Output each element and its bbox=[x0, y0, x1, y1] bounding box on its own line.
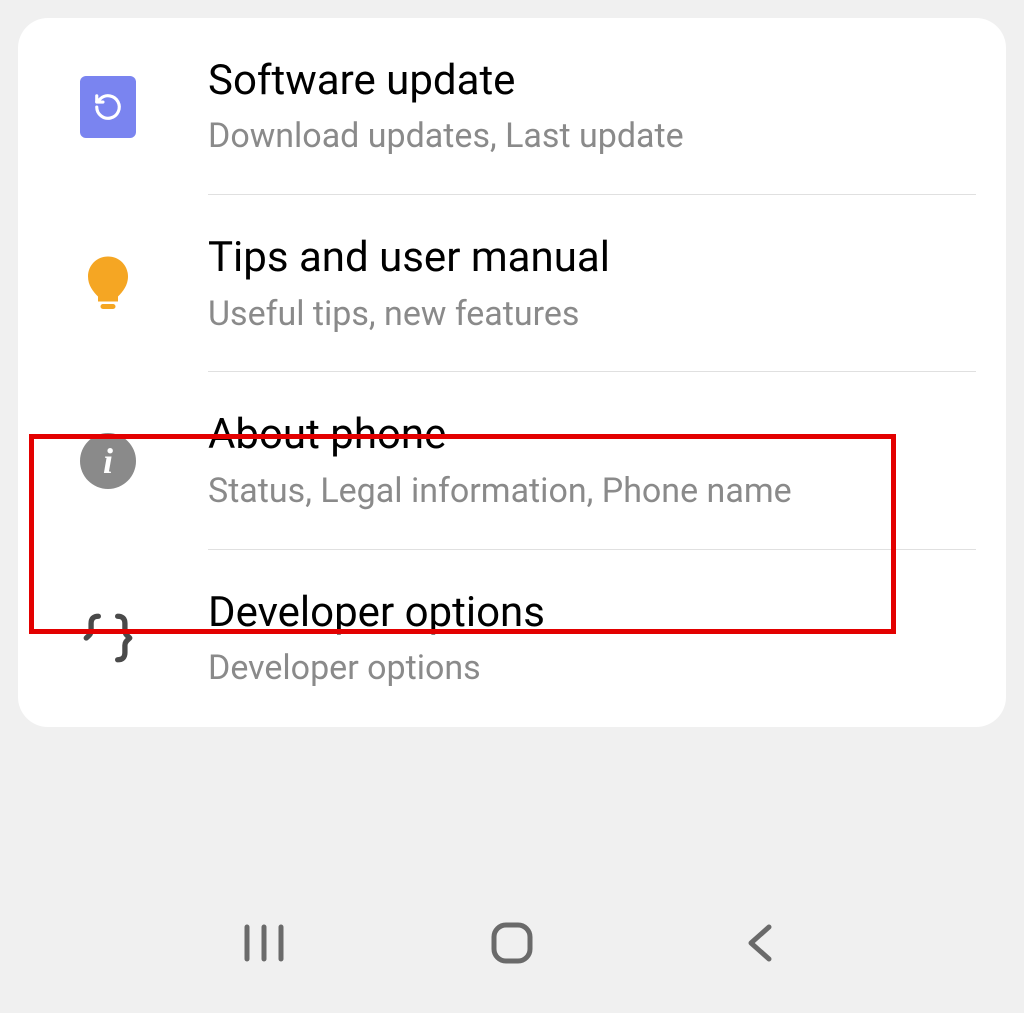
setting-item-tips[interactable]: Tips and user manual Useful tips, new fe… bbox=[18, 195, 1006, 372]
setting-title: Software update bbox=[208, 56, 976, 106]
setting-item-software-update[interactable]: Software update Download updates, Last u… bbox=[18, 18, 1006, 195]
setting-subtitle: Download updates, Last update bbox=[208, 116, 976, 157]
setting-item-developer-options[interactable]: Developer options Developer options bbox=[18, 550, 1006, 727]
setting-subtitle: Developer options bbox=[208, 648, 976, 689]
update-icon bbox=[78, 77, 138, 137]
back-button[interactable] bbox=[730, 913, 790, 973]
setting-subtitle: Useful tips, new features bbox=[208, 294, 976, 335]
setting-title: Tips and user manual bbox=[208, 233, 976, 283]
setting-subtitle: Status, Legal information, Phone name bbox=[208, 471, 976, 512]
setting-item-about-phone[interactable]: i About phone Status, Legal information,… bbox=[18, 372, 1006, 549]
navigation-bar bbox=[0, 898, 1024, 988]
setting-title: About phone bbox=[208, 410, 976, 460]
lightbulb-icon bbox=[78, 254, 138, 314]
code-braces-icon bbox=[78, 608, 138, 668]
settings-list: Software update Download updates, Last u… bbox=[18, 18, 1006, 727]
setting-title: Developer options bbox=[208, 588, 976, 638]
info-icon: i bbox=[78, 431, 138, 491]
home-button[interactable] bbox=[482, 913, 542, 973]
recents-button[interactable] bbox=[234, 913, 294, 973]
